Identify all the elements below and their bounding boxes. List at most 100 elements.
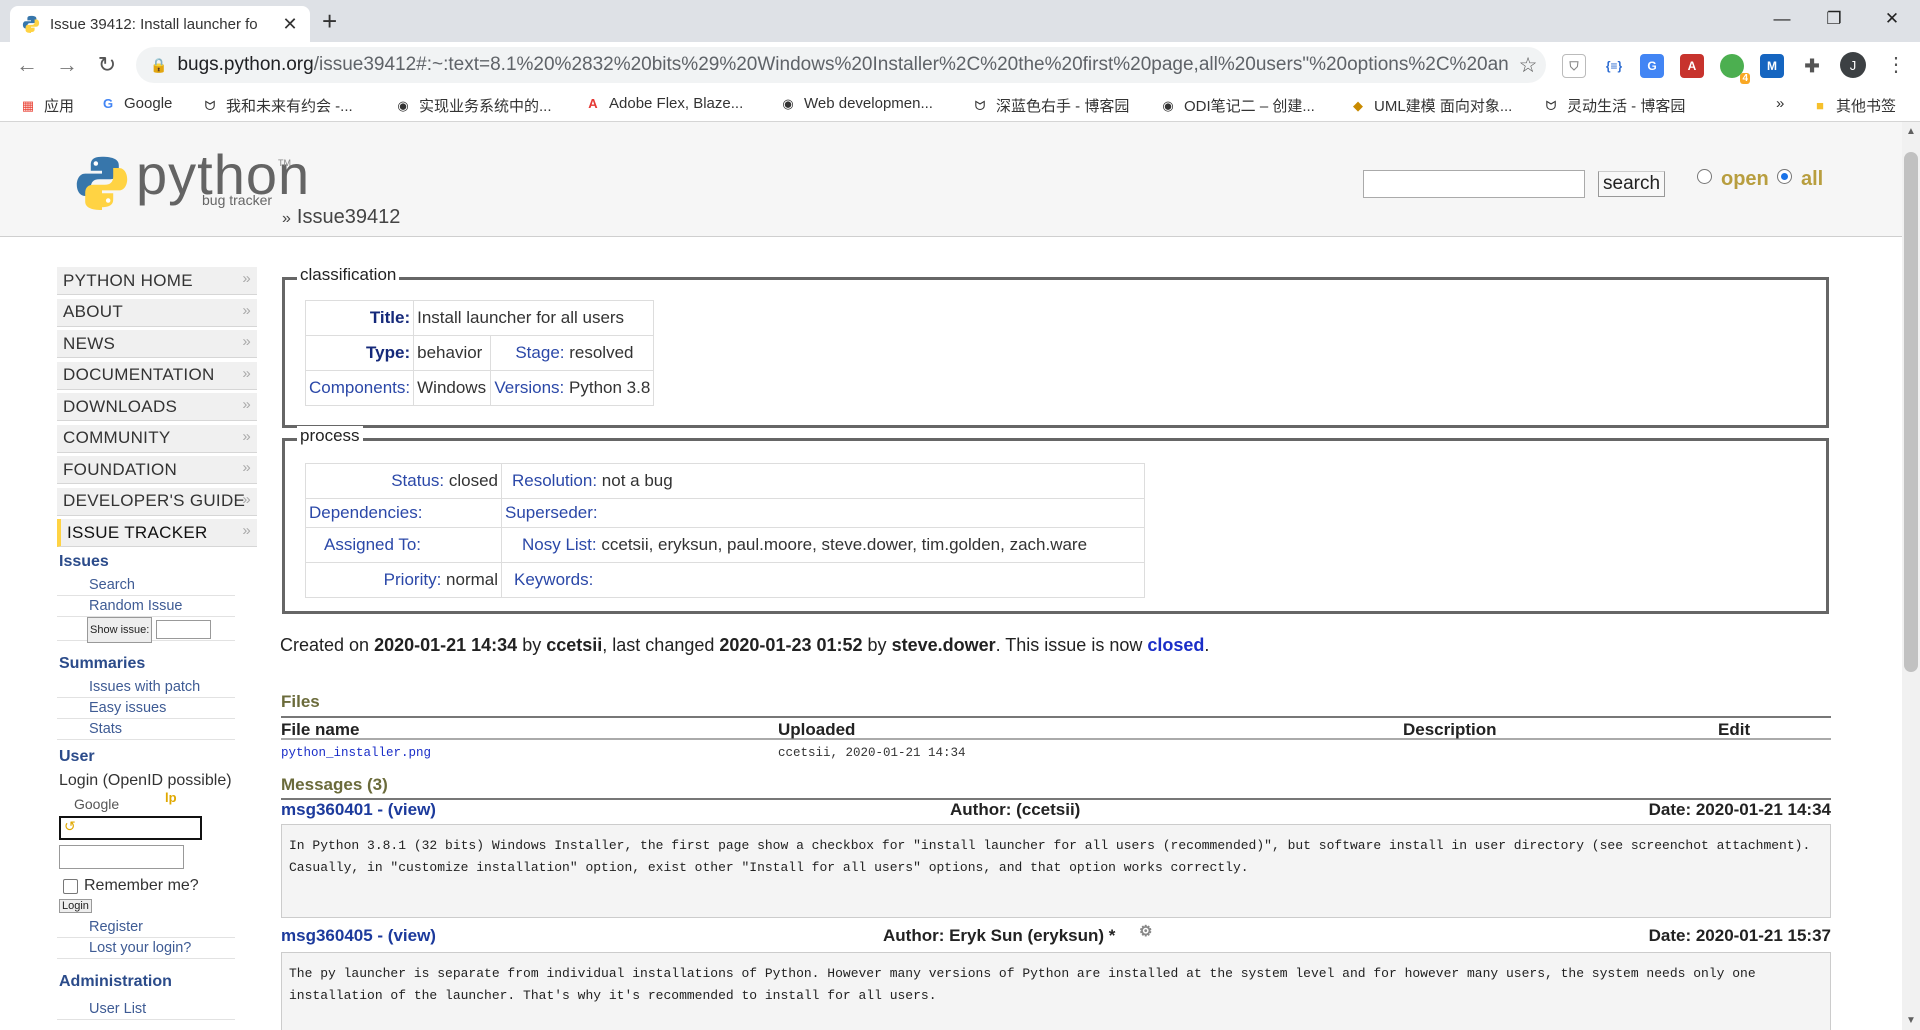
bookmark-item[interactable]: ᗢ 深蓝色右手 - 博客园 <box>972 95 1130 116</box>
back-icon[interactable]: ← <box>12 50 42 80</box>
bookmarks-more-icon[interactable]: » <box>1776 95 1784 112</box>
sidebar-link-user-list[interactable]: User List <box>57 999 235 1020</box>
menu-community[interactable]: COMMUNITY » <box>57 424 257 453</box>
sidebar-link-stats[interactable]: Stats <box>57 719 235 740</box>
logo-subtitle: bug tracker <box>202 192 273 208</box>
green-extension-icon[interactable]: 4 <box>1720 54 1750 84</box>
components-value: Windows <box>413 370 492 406</box>
page-scrollbar[interactable]: ▲ ▼ <box>1902 122 1920 1030</box>
bookmark-google[interactable]: G Google <box>100 95 172 112</box>
message-date: Date: 2020-01-21 15:37 <box>1648 926 1831 945</box>
google-login-icon[interactable]: Google <box>74 796 119 812</box>
launchpad-login-icon[interactable]: lp <box>165 790 177 805</box>
bookmark-item[interactable]: ᗢ 我和未来有约会 -... <box>202 95 353 116</box>
sidebar-link-register[interactable]: Register <box>57 917 235 938</box>
bookmark-label: ODI笔记二 – 创建... <box>1184 98 1315 115</box>
sidebar-link-search[interactable]: Search <box>57 575 235 596</box>
now-text: . This issue is now <box>995 635 1143 655</box>
minimize-icon[interactable]: — <box>1754 0 1810 38</box>
menu-about[interactable]: ABOUT » <box>57 298 257 327</box>
bookmark-item[interactable]: ◉ Web developmen... <box>780 95 933 112</box>
window-close-icon[interactable]: ✕ <box>1864 0 1920 38</box>
address-bar[interactable]: 🔒 bugs.python.org/issue39412#:~:text=8.1… <box>136 47 1546 83</box>
bookmark-apps[interactable]: ▦ 应用 <box>20 95 74 116</box>
bookmark-item[interactable]: ᗢ 灵动生活 - 博客园 <box>1543 95 1686 116</box>
menu-documentation[interactable]: DOCUMENTATION » <box>57 361 257 390</box>
message-id-link[interactable]: msg360405 - (view) <box>281 926 436 946</box>
menu-developers-guide[interactable]: DEVELOPER'S GUIDE» <box>57 487 257 516</box>
priority-cell: Priority: normal <box>305 562 502 598</box>
show-issue-input[interactable] <box>155 620 211 640</box>
keywords-cell: Keywords: <box>501 562 1145 598</box>
profile-avatar[interactable]: J <box>1840 52 1866 78</box>
openid-username-input[interactable]: ↺ <box>59 816 202 840</box>
python-logo-icon[interactable] <box>74 154 130 210</box>
url-host: bugs.python.org <box>177 54 314 75</box>
tab-close-icon[interactable]: ✕ <box>280 14 300 35</box>
menu-foundation[interactable]: FOUNDATION » <box>57 456 257 484</box>
resolution-label: Resolution: <box>512 471 598 490</box>
sidebar-link-issues-with-patch[interactable]: Issues with patch <box>57 677 235 698</box>
files-header-description: Description <box>1403 720 1497 739</box>
bookmark-star-icon[interactable]: ☆ <box>1510 53 1546 78</box>
folder-icon: ■ <box>1816 98 1824 113</box>
python-committer-icon: ⚙ <box>1139 923 1153 940</box>
radio-all[interactable] <box>1777 169 1792 184</box>
dependencies-cell: Dependencies: <box>305 498 502 528</box>
globe-icon: ◉ <box>782 95 794 111</box>
sidebar-link-easy-issues[interactable]: Easy issues <box>57 698 235 719</box>
issue-state-link[interactable]: closed <box>1147 635 1204 655</box>
summaries-section-title: Summaries <box>59 655 146 672</box>
bookmark-item[interactable]: A Adobe Flex, Blaze... <box>585 95 743 112</box>
message-id-link[interactable]: msg360401 - (view) <box>281 800 436 820</box>
adobe-icon: A <box>588 96 598 111</box>
puzzle-extensions-icon[interactable]: ✚ <box>1800 54 1824 78</box>
logo-trademark: TM <box>278 158 291 168</box>
process-fieldset: process Status: closed Resolution: not a… <box>282 426 1829 614</box>
search-button[interactable]: search <box>1598 171 1666 197</box>
resolution-cell: Resolution: not a bug <box>501 463 1145 499</box>
chevron-right-icon: » <box>242 522 251 539</box>
remember-me-checkbox[interactable] <box>63 878 78 894</box>
other-bookmarks[interactable]: ■ 其他书签 <box>1812 95 1896 116</box>
menu-issue-tracker[interactable]: ISSUE TRACKER » <box>57 519 257 547</box>
menu-news[interactable]: NEWS » <box>57 330 257 358</box>
radio-all-label: all <box>1801 168 1824 190</box>
forward-icon[interactable]: → <box>52 50 82 80</box>
menu-downloads[interactable]: DOWNLOADS » <box>57 393 257 421</box>
breadcrumb-issue[interactable]: Issue39412 <box>297 206 400 228</box>
show-issue-button[interactable]: Show issue: <box>87 617 153 643</box>
scroll-down-icon[interactable]: ▼ <box>1906 1015 1916 1026</box>
created-by-text: by <box>522 635 542 655</box>
login-button[interactable]: Login <box>59 899 92 913</box>
globe-icon: ◉ <box>1162 97 1174 113</box>
translate-extension-icon[interactable]: G <box>1640 54 1664 78</box>
reload-icon[interactable]: ↻ <box>92 50 122 80</box>
menu-python-home[interactable]: PYTHON HOME » <box>57 267 257 295</box>
search-input[interactable] <box>1363 170 1585 198</box>
bookmark-item[interactable]: ◉ 实现业务系统中的... <box>395 95 551 116</box>
chevron-right-icon: » <box>242 427 251 445</box>
new-tab-icon[interactable]: + <box>322 6 337 36</box>
pdf-extension-icon[interactable]: A <box>1680 54 1704 78</box>
radio-open[interactable] <box>1697 169 1712 184</box>
classification-fieldset: classification Title: Install launcher f… <box>282 265 1829 428</box>
shield-extension-icon[interactable]: ⛉ <box>1562 54 1586 78</box>
scroll-up-icon[interactable]: ▲ <box>1906 126 1916 137</box>
sidebar-link-lost-login[interactable]: Lost your login? <box>57 938 235 959</box>
m-extension-icon[interactable]: M <box>1760 54 1784 78</box>
restore-icon[interactable]: ❐ <box>1806 0 1862 38</box>
password-input[interactable] <box>59 845 184 869</box>
browser-tab-active[interactable]: Issue 39412: Install launcher fo ✕ <box>10 6 310 42</box>
browser-menu-icon[interactable]: ⋮ <box>1886 52 1906 77</box>
openid-providers: Google lp <box>57 790 257 814</box>
message-body: The py launcher is separate from individ… <box>281 952 1831 1030</box>
file-name-link[interactable]: python_installer.png <box>281 746 431 760</box>
bookmarks-bar: ▦ 应用 G Google ᗢ 我和未来有约会 -... ◉ 实现业务系统中的... A… <box>0 88 1920 122</box>
json-extension-icon[interactable]: {≡} <box>1602 54 1626 78</box>
url-text[interactable]: bugs.python.org/issue39412#:~:text=8.1%2… <box>177 54 1510 76</box>
sidebar-link-random-issue[interactable]: Random Issue <box>57 596 235 617</box>
bookmark-item[interactable]: ◉ ODI笔记二 – 创建... <box>1160 95 1315 116</box>
bookmark-item[interactable]: ◆ UML建模 面向对象... <box>1350 95 1512 116</box>
scrollbar-thumb[interactable] <box>1904 152 1918 672</box>
